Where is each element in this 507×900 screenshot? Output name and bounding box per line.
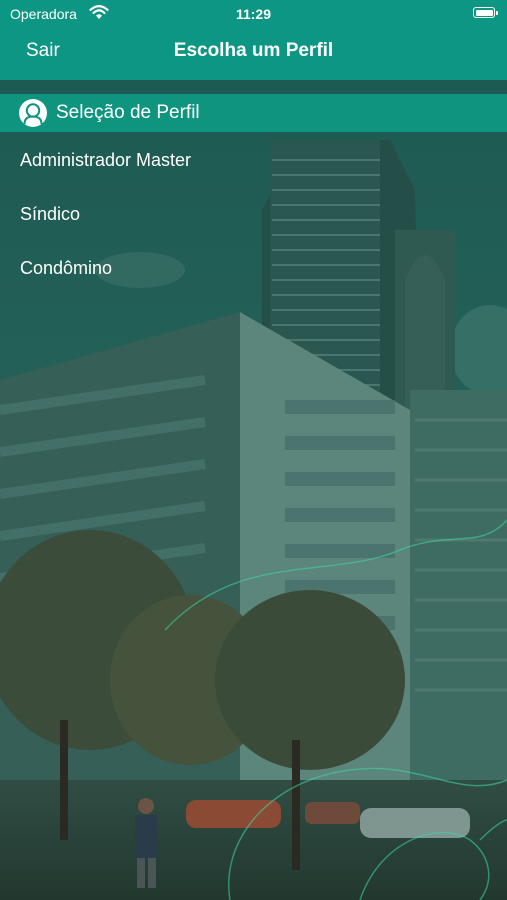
- profile-item-sindico[interactable]: Síndico: [0, 187, 507, 241]
- status-bar: Operadora 11:29: [0, 0, 507, 28]
- section-title: Seleção de Perfil: [56, 102, 200, 123]
- profile-item-condomino[interactable]: Condômino: [0, 241, 507, 295]
- user-avatar-icon: [19, 99, 47, 127]
- battery-icon: [473, 7, 498, 18]
- page-title: Escolha um Perfil: [173, 40, 334, 61]
- profile-list: Administrador Master Síndico Condômino: [0, 133, 507, 295]
- status-time: 11:29: [235, 6, 272, 22]
- navigation-bar: Operadora 11:29 Sair Escolha um Perfil: [0, 0, 507, 80]
- profile-selection-header: Seleção de Perfil: [0, 94, 507, 132]
- profile-item-administrador-master[interactable]: Administrador Master: [0, 133, 507, 187]
